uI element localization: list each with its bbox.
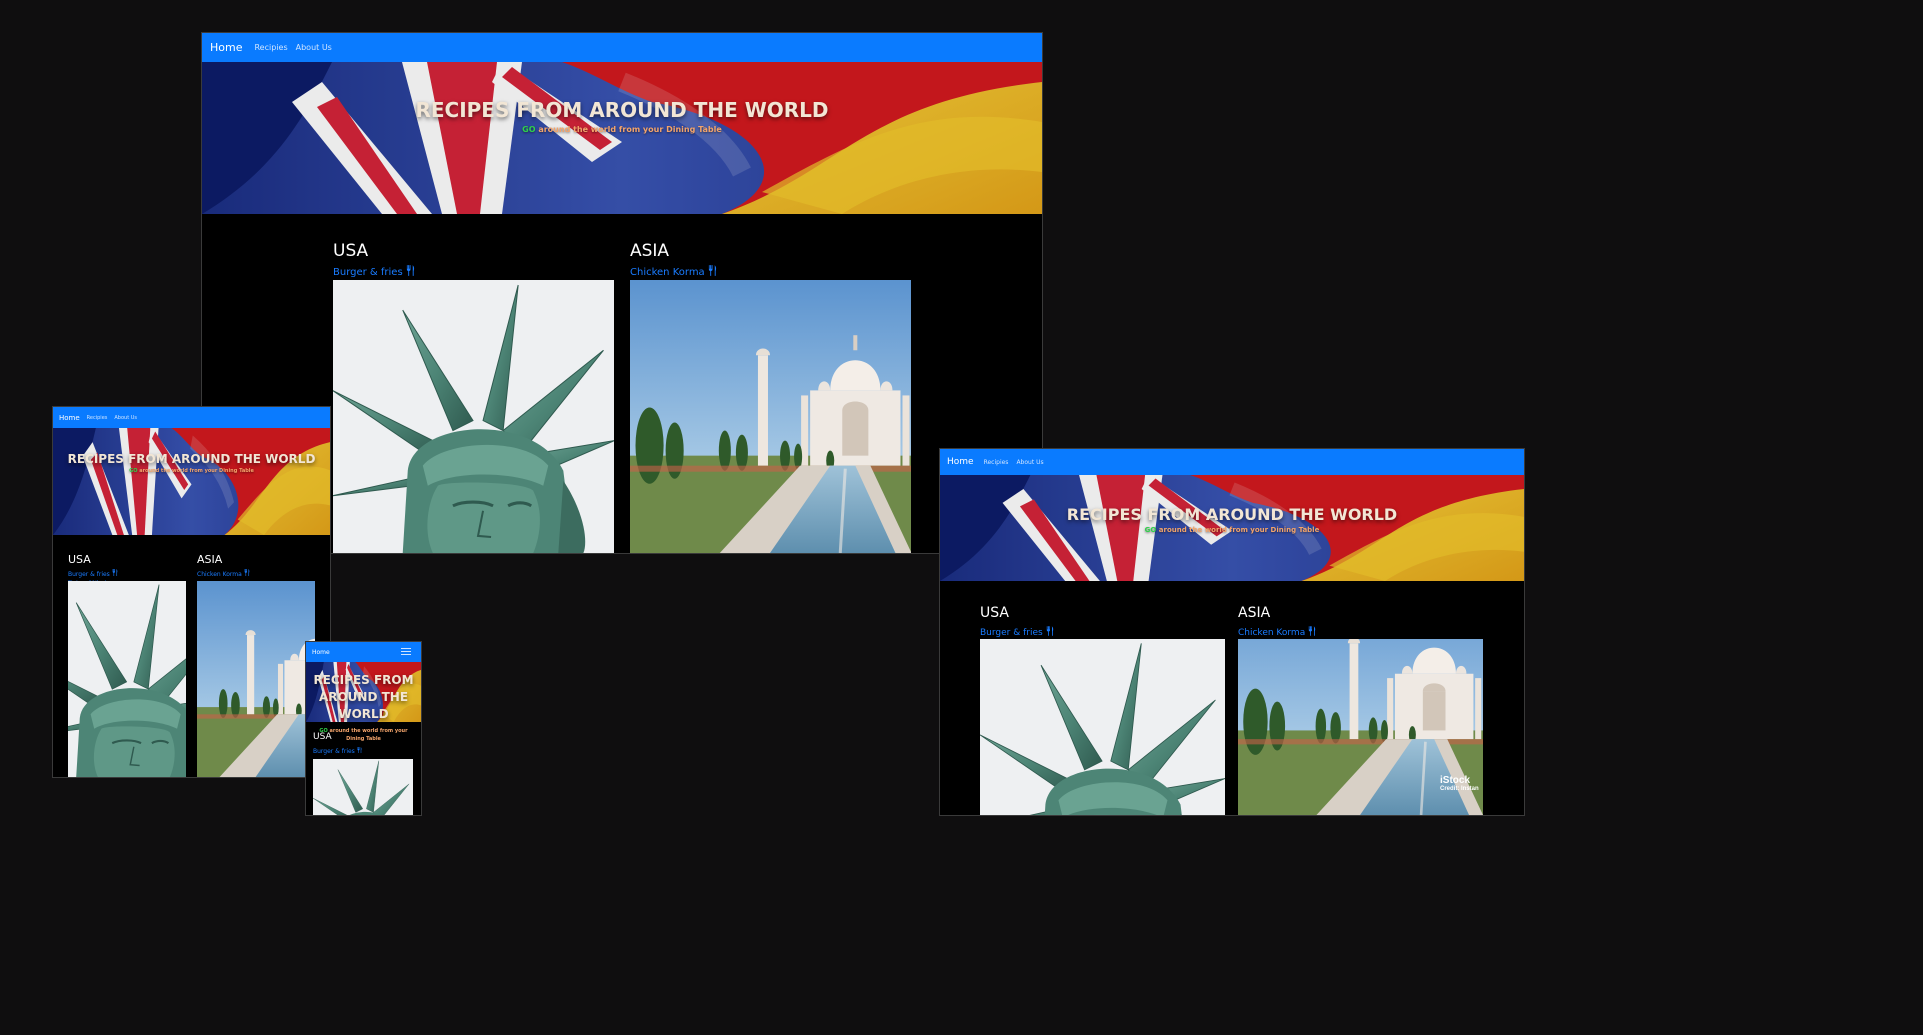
tablet-mockup: Home Recipies About Us RECIPES FROM AROU… [52,406,331,778]
hero-go-text: GO [1144,526,1157,534]
hero-banner: RECIPES FROM AROUND THE WORLD GO around … [53,428,330,535]
hero-title: RECIPES FROM AROUND THE WORLD [415,98,829,122]
asia-dish-label: Chicken Korma [197,571,242,578]
usa-dish-label: Burger & fries [980,628,1043,638]
nav-home-link[interactable]: Home [947,457,974,467]
region-title-usa: USA [68,553,91,566]
region-title-usa: USA [980,605,1009,621]
region-title-asia: ASIA [630,241,670,261]
navbar: Home Recipies About Us [202,33,1042,62]
hero-title-line-3: WORLD [338,707,389,721]
usa-dish-label: Burger & fries [68,571,110,578]
nav-about-link[interactable]: About Us [114,415,137,421]
laptop-mockup: Home Recipies About Us RECIPES FROM AROU… [939,448,1525,816]
statue-of-liberty-image [313,759,413,815]
taj-mahal-image [630,280,911,553]
istock-watermark: iStock Credit: Instan [1440,775,1479,792]
navbar: Home Recipies About Us [53,407,330,428]
asia-dish-link[interactable]: Chicken Korma [197,569,250,578]
nav-home-link[interactable]: Home [210,41,242,54]
hero-title: RECIPES FROM AROUND THE WORLD [67,452,316,466]
hero-banner: RECIPES FROM AROUND THE WORLD GO around … [940,475,1524,581]
region-title-asia: ASIA [1238,605,1271,621]
usa-dish-link[interactable]: Burger & fries [980,626,1054,638]
hero-subtitle-text: around the world from your Dining Table [535,125,722,134]
hero-banner: RECIPES FROM AROUND THE WORLD GO around … [202,62,1042,214]
utensils-icon [406,265,415,276]
nav-recipes-link[interactable]: Recipies [87,415,108,421]
utensils-icon [708,265,717,276]
asia-dish-label: Chicken Korma [1238,628,1306,638]
nav-home-link[interactable]: Home [312,649,330,656]
hero-title: RECIPES FROM AROUND THE WORLD [1066,505,1398,524]
hero-subtitle: GO around the world from your Dining Tab… [940,526,1524,534]
asia-dish-link[interactable]: Chicken Korma [1238,626,1316,638]
usa-dish-link[interactable]: Burger & fries [333,265,415,278]
region-title-usa: USA [313,732,332,742]
statue-of-liberty-image [68,581,186,777]
utensils-icon [357,747,362,753]
statue-of-liberty-image [980,639,1225,815]
hero-subtitle: GO around the world from your Dining Tab… [53,468,330,474]
flag-background-image [53,428,330,535]
nav-about-link[interactable]: About Us [1016,459,1043,466]
regions-section: USA Burger & fries Statue of Liberty ASI… [940,581,1524,815]
asia-dish-label: Chicken Korma [630,267,705,278]
nav-recipes-link[interactable]: Recipies [984,459,1009,466]
hero-subtitle-text: around the world from your Dining Table [1156,526,1320,534]
nav-about-link[interactable]: About Us [296,43,332,52]
watermark-brand: iStock [1440,775,1471,786]
taj-mahal-image [197,581,315,777]
hero-subtitle: GO around the world from your Dining Tab… [202,125,1042,134]
hero-go-text: GO [522,125,536,134]
nav-recipes-link[interactable]: Recipies [254,43,287,52]
hamburger-icon[interactable] [401,648,411,655]
hero-title-line-2: AROUND THE [318,690,409,704]
region-title-usa: USA [333,241,369,261]
usa-dish-label: Burger & fries [313,748,355,755]
usa-dish-link[interactable]: Burger & fries [68,569,118,578]
navbar: Home Recipies About Us [940,449,1524,475]
hero-subtitle-text: around the world from your [327,728,408,734]
usa-dish-link[interactable]: Burger & fries [313,747,362,755]
mobile-mockup: Home RECIPES FROM AROUND THE WORLD GO ar… [305,641,422,816]
statue-of-liberty-image [333,280,614,553]
usa-dish-label: Burger & fries [333,267,403,278]
hero-title-line-1: RECIPES FROM [313,673,414,687]
regions-section: USA Burger & fries Statue of Liberty ASI… [53,535,330,777]
watermark-credit: Credit: Instan [1440,786,1479,792]
utensils-icon [244,569,250,576]
utensils-icon [1046,626,1054,636]
utensils-icon [1308,626,1316,636]
hero-subtitle-text-2: Dining Table [346,736,381,742]
hero-subtitle-text: around the world from your Dining Table [137,468,254,474]
asia-dish-link[interactable]: Chicken Korma [630,265,717,278]
utensils-icon [112,569,118,576]
nav-home-link[interactable]: Home [59,414,80,422]
flag-background-image [202,62,1042,214]
region-title-asia: ASIA [197,553,223,566]
navbar: Home [306,642,421,662]
